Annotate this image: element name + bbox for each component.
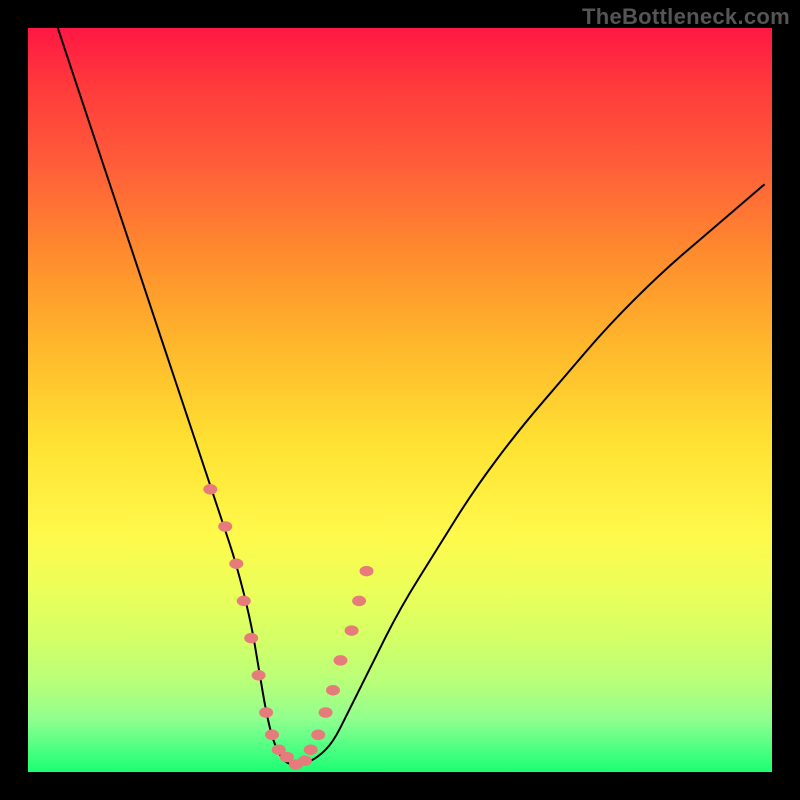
highlight-point <box>319 707 333 718</box>
highlight-point <box>345 625 359 636</box>
watermark-text: TheBottleneck.com <box>582 4 790 30</box>
highlight-point <box>252 670 266 681</box>
highlight-point <box>298 756 312 767</box>
highlight-point <box>334 655 348 666</box>
chart-overlay <box>28 28 772 772</box>
bottleneck-curve <box>58 28 765 765</box>
highlight-point <box>265 730 279 741</box>
highlight-point <box>311 730 325 741</box>
highlight-points <box>203 484 373 770</box>
highlight-point <box>304 744 318 755</box>
highlight-point <box>218 521 232 532</box>
highlight-point <box>352 596 366 607</box>
highlight-point <box>229 558 243 569</box>
highlight-point <box>203 484 217 495</box>
chart-stage: TheBottleneck.com <box>0 0 800 800</box>
highlight-point <box>360 566 374 577</box>
highlight-point <box>326 685 340 696</box>
highlight-point <box>237 596 251 607</box>
plot-area <box>28 28 772 772</box>
highlight-point <box>244 633 258 644</box>
highlight-point <box>259 707 273 718</box>
